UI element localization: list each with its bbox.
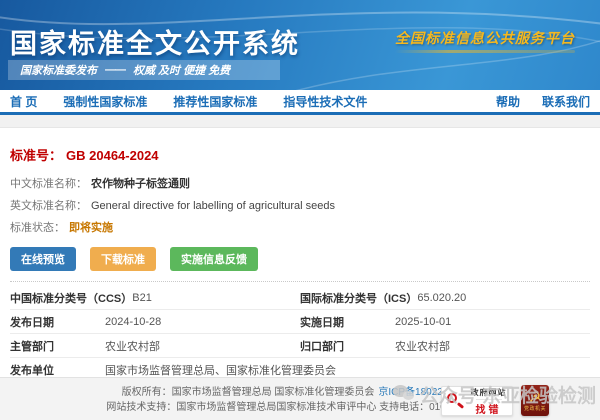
party-emblem-icon: ☭	[529, 390, 542, 404]
sub-nav-strip	[0, 115, 600, 128]
dotted-divider	[10, 281, 590, 282]
table-cell: 归口部门 农业农村部	[300, 338, 590, 354]
table-cell: 主管部门 农业农村部	[10, 338, 300, 354]
table-row-dates: 发布日期 2024-10-28 实施日期 2025-10-01	[10, 310, 590, 334]
nav-item-mandatory-standards[interactable]: 强制性国家标准	[63, 93, 147, 110]
nav-item-recommended-standards[interactable]: 推荐性国家标准	[173, 93, 257, 110]
detail-label-ics: 国际标准分类号（ICS）	[300, 290, 417, 306]
platform-name: 全国标准信息公共服务平台	[395, 28, 575, 53]
en-name-row: 英文标准名称： General directive for labelling …	[10, 197, 590, 213]
detail-value-publish-date: 2024-10-28	[105, 316, 300, 328]
detail-value-ccs: B21	[132, 292, 300, 304]
standard-number-value: GB 20464-2024	[66, 148, 159, 163]
table-cell: 发布日期 2024-10-28	[10, 314, 300, 330]
detail-value-competent-dept: 农业农村部	[105, 338, 300, 354]
site-banner: 国家标准全文公开系统 全国标准信息公共服务平台 国家标准委发布 —— 权威 及时…	[0, 0, 600, 90]
status-label: 标准状态：	[10, 219, 65, 235]
detail-label-ccs: 中国标准分类号（CCS）	[10, 290, 132, 306]
detail-value-implement-date: 2025-10-01	[395, 316, 590, 328]
detail-label-competent-dept: 主管部门	[10, 338, 105, 354]
action-buttons: 在线预览 下载标准 实施信息反馈	[10, 247, 590, 271]
copyright-text: 版权所有：国家市场监督管理总局 国家标准化管理委员会	[122, 387, 375, 398]
status-badge: 即将实施	[69, 219, 113, 235]
magnifier-icon	[445, 391, 465, 411]
en-name-label: 英文标准名称：	[10, 197, 87, 213]
detail-value-publish-unit: 国家市场监督管理总局、国家标准化管理委员会	[105, 362, 590, 378]
online-preview-button[interactable]: 在线预览	[10, 247, 76, 271]
standard-detail-panel: 标准号： GB 20464-2024 中文标准名称： 农作物种子标签通则 英文标准…	[0, 145, 600, 409]
status-row: 标准状态： 即将实施	[10, 219, 590, 235]
error-badge-line1: 政府网站	[471, 387, 507, 398]
nav-item-help[interactable]: 帮助	[496, 93, 520, 110]
standard-number-label: 标准号：	[10, 148, 62, 163]
table-cell: 中国标准分类号（CCS） B21	[10, 290, 300, 306]
site-title: 国家标准全文公开系统	[10, 22, 300, 61]
implementation-feedback-button[interactable]: 实施信息反馈	[170, 247, 258, 271]
party-gov-org-label: 党政机关	[524, 405, 546, 412]
error-badge-line2: 找错	[476, 399, 502, 416]
en-name-value: General directive for labelling of agric…	[91, 200, 335, 212]
cn-name-row: 中文标准名称： 农作物种子标签通则	[10, 175, 590, 191]
download-standard-button[interactable]: 下载标准	[90, 247, 156, 271]
nav-item-home[interactable]: 首 页	[10, 93, 37, 110]
slogan-strip: 国家标准委发布 —— 权威 及时 便捷 免费	[8, 60, 280, 80]
page: 国家标准全文公开系统 全国标准信息公共服务平台 国家标准委发布 —— 权威 及时…	[0, 0, 600, 420]
table-row-classification: 中国标准分类号（CCS） B21 国际标准分类号（ICS） 65.020.20	[10, 286, 590, 310]
detail-value-ics: 65.020.20	[417, 292, 590, 304]
detail-label-implement-date: 实施日期	[300, 314, 395, 330]
slogan-words: 权威 及时 便捷 免费	[133, 62, 230, 78]
detail-label-centralized-dept: 归口部门	[300, 338, 395, 354]
detail-label-publish-unit: 发布单位	[10, 362, 105, 378]
nav-item-guiding-documents[interactable]: 指导性技术文件	[283, 93, 367, 110]
detail-label-publish-date: 发布日期	[10, 314, 105, 330]
gov-site-error-report-badge[interactable]: 政府网站 找错	[441, 386, 513, 416]
publisher-label: 国家标准委发布	[20, 62, 97, 78]
nav-item-contact-us[interactable]: 联系我们	[542, 93, 590, 110]
error-badge-text: 政府网站 找错	[465, 387, 512, 416]
table-cell: 实施日期 2025-10-01	[300, 314, 590, 330]
table-cell: 国际标准分类号（ICS） 65.020.20	[300, 290, 590, 306]
slogan-dash: ——	[105, 64, 125, 76]
party-gov-org-badge[interactable]: ☭ 党政机关	[521, 385, 549, 416]
site-footer: 版权所有：国家市场监督管理总局 国家标准化管理委员会京ICP备18022388号…	[0, 377, 600, 420]
cn-name-label: 中文标准名称：	[10, 175, 87, 191]
cn-name-value: 农作物种子标签通则	[91, 175, 190, 191]
main-nav: 首 页 强制性国家标准 推荐性国家标准 指导性技术文件 帮助 联系我们	[0, 90, 600, 112]
table-row-departments: 主管部门 农业农村部 归口部门 农业农村部	[10, 334, 590, 358]
standard-number-row: 标准号： GB 20464-2024	[10, 145, 590, 164]
detail-value-centralized-dept: 农业农村部	[395, 338, 590, 354]
table-cell: 发布单位 国家市场监督管理总局、国家标准化管理委员会	[10, 362, 590, 378]
